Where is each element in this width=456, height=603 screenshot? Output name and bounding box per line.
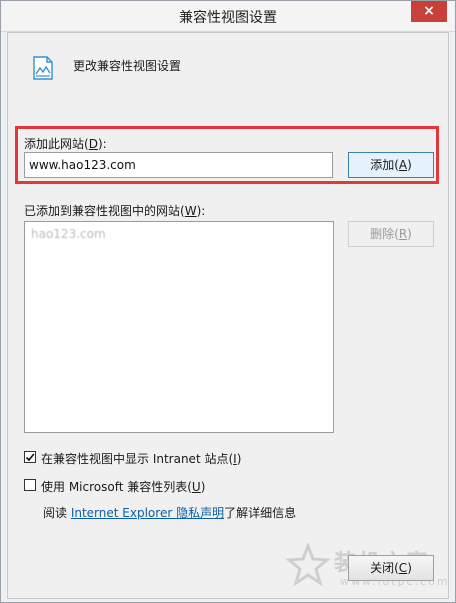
dialog-title: 兼容性视图设置: [179, 10, 277, 26]
close-button[interactable]: 关闭(C): [348, 555, 434, 581]
ms-list-label[interactable]: 使用 Microsoft 兼容性列表(U): [41, 478, 205, 495]
header-text: 更改兼容性视图设置: [73, 59, 182, 73]
privacy-prefix: 阅读: [43, 506, 71, 520]
intranet-label[interactable]: 在兼容性视图中显示 Intranet 站点(I): [41, 450, 241, 467]
window-close-button[interactable]: ×: [411, 1, 447, 22]
privacy-link[interactable]: Internet Explorer 隐私声明: [71, 506, 224, 520]
added-sites-label: 已添加到兼容性视图中的网站(W):: [24, 204, 206, 218]
dialog-body: 更改兼容性视图设置 添加此网站(D): 添加(A) 已添加到兼容性视图中的网站(…: [7, 32, 449, 599]
remove-button[interactable]: 删除(R): [348, 221, 434, 247]
page-compatibility-icon: [30, 55, 56, 84]
add-site-label: 添加此网站(D):: [24, 137, 107, 151]
privacy-suffix: 了解详细信息: [224, 506, 297, 520]
list-item[interactable]: hao123.com: [31, 227, 106, 241]
compatibility-view-dialog: 兼容性视图设置 × 更改兼容性视图设置 添加此网站(D): 添加(A) 已添加到…: [0, 0, 456, 603]
title-bar: 兼容性视图设置 ×: [1, 1, 455, 32]
add-button[interactable]: 添加(A): [348, 152, 434, 178]
checkmark-icon: [25, 453, 35, 462]
privacy-line: 阅读 Internet Explorer 隐私声明了解详细信息: [43, 504, 296, 521]
star-logo-icon: [285, 541, 331, 587]
ms-list-checkbox[interactable]: [24, 479, 36, 491]
add-site-input[interactable]: [24, 152, 333, 178]
intranet-checkbox[interactable]: [24, 451, 36, 463]
watermark: 装机之家 www.lotpc.com: [285, 541, 448, 590]
added-sites-list[interactable]: hao123.com: [24, 221, 334, 433]
